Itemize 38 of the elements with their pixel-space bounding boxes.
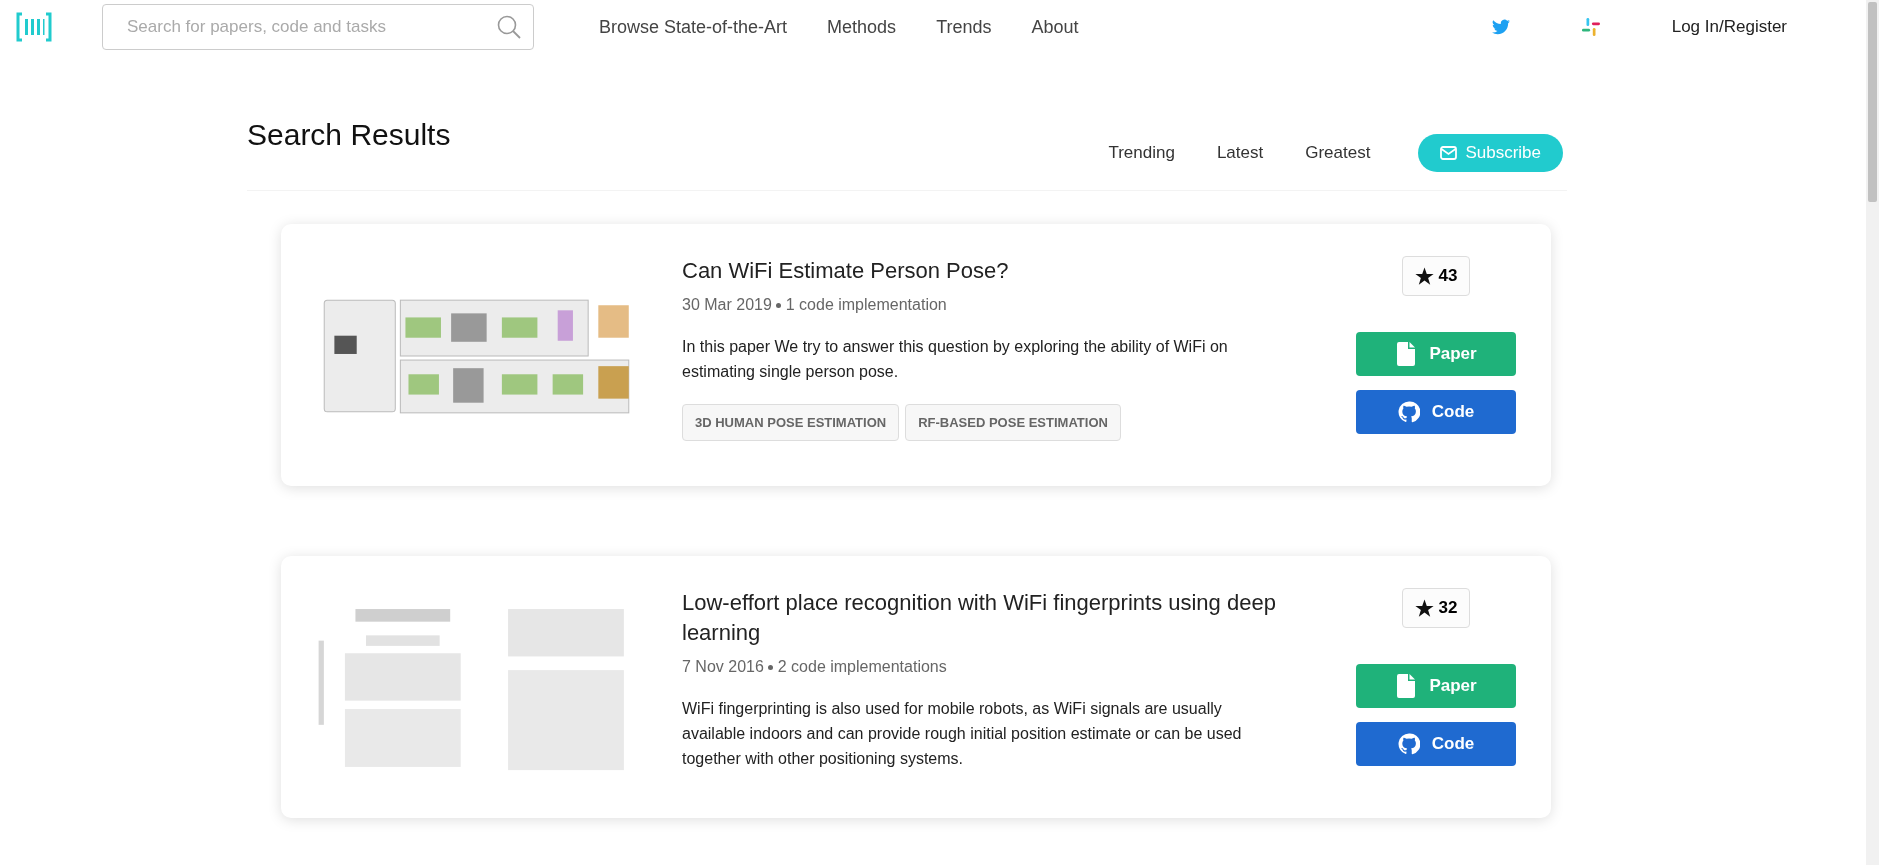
code-button[interactable]: Code [1356,390,1516,434]
star-icon [1414,266,1434,286]
nav-link[interactable]: Methods [827,16,897,38]
task-tag[interactable]: RF-BASED POSE ESTIMATION [905,404,1121,441]
page-title: Search Results [247,118,451,152]
nav-link[interactable]: Browse State-of-the-Art [599,16,788,38]
cat-icon [1397,732,1420,756]
sort-tab[interactable]: Trending [1108,143,1175,163]
implementation-count: 1 code implementation [785,296,947,313]
search-field[interactable]: Search for papers, code and tasks [102,4,534,50]
paper-title[interactable]: Can WiFi Estimate Person Pose? [682,256,1301,286]
sort-tab[interactable]: Greatest [1305,143,1371,163]
bird-icon[interactable] [1491,18,1510,36]
hash-icon[interactable] [1581,18,1600,36]
login-link[interactable]: Log In/Register [1671,17,1787,37]
envelope-icon [1440,146,1458,160]
bullet-icon [776,303,782,309]
date: 30 Mar 2019 [682,296,772,313]
document-icon [1395,674,1418,698]
abstract: WiFi fingerprinting is also used for mobile robots, as WiFi signals are usually available indoors and can provide rough initial position estimate or can be used together with other positioning systems. [682,699,1243,769]
implementation-count: 2 code implementations [777,658,947,675]
star-button[interactable]: 32 [1401,588,1471,628]
date: 7 Nov 2016 [682,658,764,675]
paper-title[interactable]: Low-effort place recognition with WiFi fingerprints using deep learning [682,588,1301,648]
logo-icon[interactable] [16,12,52,42]
sort-tab[interactable]: Latest [1216,143,1264,163]
nav-link[interactable]: About [1031,16,1079,38]
star-icon [1414,598,1434,618]
search-icon[interactable] [496,14,522,40]
nav-link[interactable]: Trends [936,16,992,38]
star-button[interactable]: 43 [1401,256,1471,296]
document-icon [1395,342,1418,366]
scrollbar[interactable] [1866,0,1879,865]
task-tag[interactable]: 3D HUMAN POSE ESTIMATION [682,404,900,441]
abstract: In this paper We try to answer this question by exploring the ability of WiFi on estimating single person pose. [682,337,1229,382]
code-button[interactable]: Code [1356,722,1516,766]
bullet-icon [768,665,774,671]
cat-icon [1397,400,1420,424]
